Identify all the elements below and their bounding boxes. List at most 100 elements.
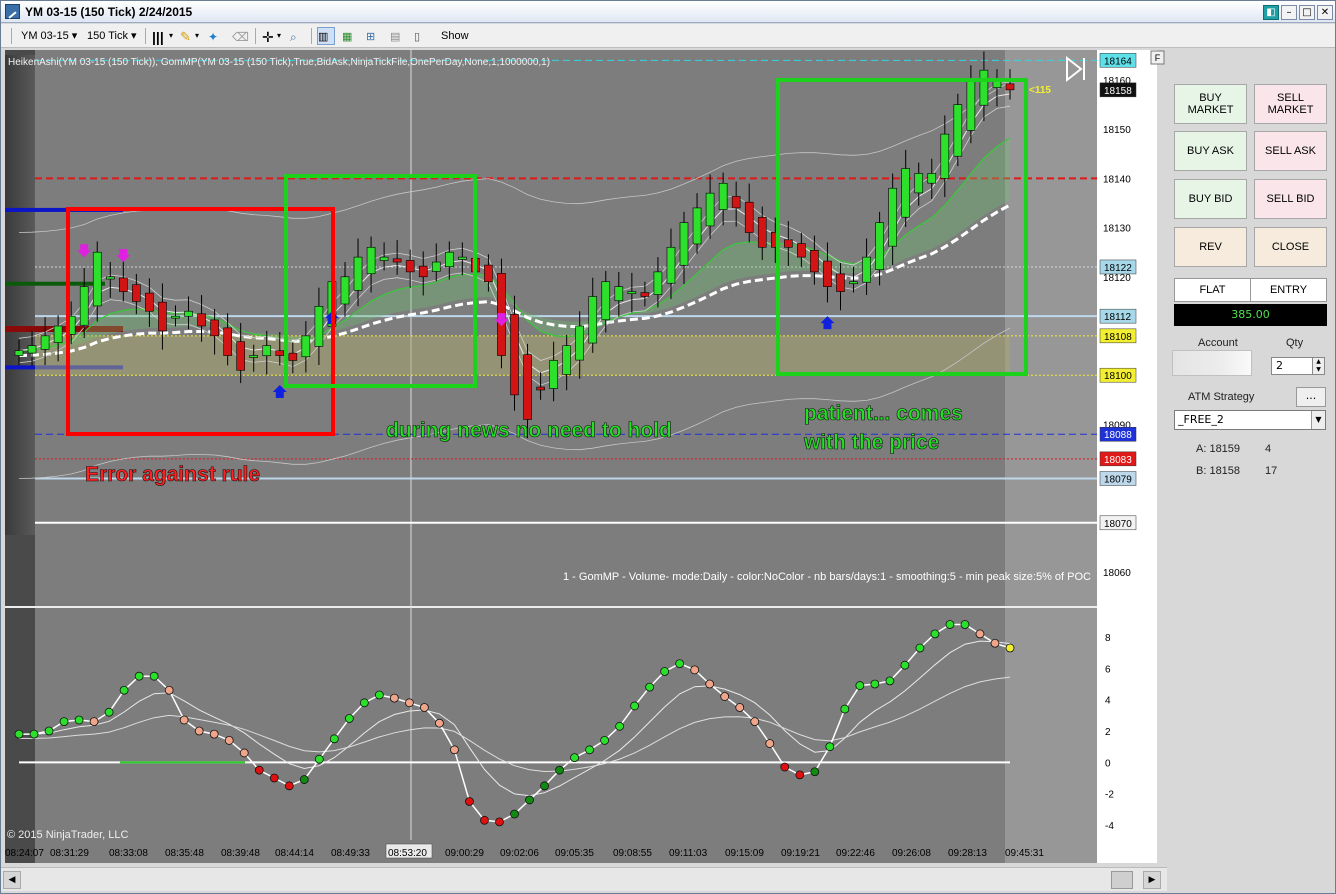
osc-dot: [930, 629, 940, 639]
chart-window: YM 03-15 (150 Tick) 2/24/2015 ◧ – □ ✕ YM…: [0, 0, 1336, 894]
osc-tick-label-6: -4: [1105, 821, 1114, 832]
osc-dot: [299, 775, 309, 784]
data-box-icon[interactable]: ▤: [389, 27, 407, 45]
wand-icon[interactable]: ✦: [207, 27, 225, 45]
osc-dot: [44, 726, 54, 736]
vp-green-marker: [5, 281, 105, 286]
title-bar[interactable]: YM 03-15 (150 Tick) 2/24/2015 ◧ – □ ✕: [1, 1, 1335, 23]
price-marker-label-2: 18122: [1104, 263, 1132, 274]
osc-dot: [675, 659, 685, 669]
candle-body: [588, 296, 598, 344]
restore-icon[interactable]: ◧: [1263, 5, 1279, 20]
close-position-button[interactable]: CLOSE: [1254, 227, 1327, 267]
osc-dot: [374, 690, 384, 700]
time-tick-label-1: 08:31:29: [50, 848, 89, 859]
text-icon[interactable]: ▯: [413, 27, 431, 45]
minimize-icon[interactable]: –: [1281, 5, 1297, 20]
candle-body: [379, 256, 389, 261]
interval-selector[interactable]: 150 Tick ▾: [81, 27, 143, 45]
candle-body: [236, 341, 245, 371]
qty-stepper[interactable]: 2 ▲ ▼: [1271, 357, 1325, 375]
candle-body: [14, 350, 24, 356]
maximize-icon[interactable]: □: [1299, 5, 1315, 20]
candle-body: [197, 313, 206, 327]
reverse-button[interactable]: REV: [1174, 227, 1247, 267]
chevron-down-icon[interactable]: ▼: [1311, 411, 1325, 429]
osc-dot: [615, 721, 625, 731]
price-chart[interactable]: 1806018070180901810018120181301814018150…: [5, 50, 1166, 863]
show-menu[interactable]: Show: [441, 27, 469, 45]
time-tick-label-11: 09:08:55: [613, 848, 652, 859]
time-tick-label-5: 08:44:14: [275, 848, 314, 859]
candle-body: [119, 277, 128, 292]
osc-dot: [825, 742, 835, 752]
scroll-right-icon[interactable]: ▶: [1143, 871, 1161, 889]
panel-separator: [5, 606, 1097, 608]
value-zone: [35, 335, 1010, 376]
price-marker-label-5: 18100: [1104, 371, 1132, 382]
osc-dot: [720, 692, 730, 701]
account-label: Account: [1198, 337, 1238, 349]
bar-type-icon[interactable]: |||: [151, 27, 169, 45]
candle-body: [366, 246, 376, 275]
osc-dot: [29, 729, 39, 739]
osc-dot: [555, 765, 564, 775]
copyright-label: © 2015 NinjaTrader, LLC: [7, 829, 128, 841]
sell-ask-button[interactable]: SELL ASK: [1254, 131, 1327, 171]
candle-body: [744, 201, 754, 233]
buy-market-button[interactable]: BUY MARKET: [1174, 84, 1247, 124]
sell-market-line1: SELL: [1277, 92, 1304, 104]
atm-strategy-select[interactable]: _FREE_2 ▼: [1174, 410, 1326, 430]
candle-body: [1005, 83, 1015, 91]
osc-dot: [404, 698, 414, 708]
osc-dot: [750, 717, 760, 726]
osc-tick-label-2: 4: [1105, 696, 1111, 707]
account-selector[interactable]: [1172, 350, 1252, 376]
line-chart-icon[interactable]: ⊞: [365, 27, 383, 45]
osc-dot: [885, 676, 895, 686]
qty-spin-icon[interactable]: ▲ ▼: [1312, 358, 1324, 374]
volume-profile-fill: [5, 55, 35, 535]
candle-body: [966, 79, 976, 131]
eraser-icon[interactable]: ⌫: [231, 27, 249, 45]
instrument-selector[interactable]: YM 03-15 ▾: [15, 27, 83, 45]
sell-market-button[interactable]: SELL MARKET: [1254, 84, 1327, 124]
osc-dot: [465, 797, 474, 806]
bid-size: 17: [1265, 465, 1278, 477]
candle-body: [797, 243, 806, 258]
buy-market-line2: MARKET: [1187, 104, 1234, 116]
candle-body: [862, 256, 871, 283]
scroll-thumb[interactable]: [1111, 871, 1133, 889]
candle-body: [536, 386, 545, 391]
candle-body: [940, 133, 950, 179]
osc-dot: [735, 703, 745, 712]
entry-value: 385.00: [1174, 304, 1327, 326]
candle-body: [105, 276, 115, 280]
atm-options-button[interactable]: ...: [1296, 387, 1326, 407]
buy-bid-button[interactable]: BUY BID: [1174, 179, 1247, 219]
price-tick-label: 18150: [1103, 125, 1131, 136]
bar-chart-icon[interactable]: ▥: [317, 27, 335, 45]
candle-body: [875, 222, 884, 270]
osc-dot: [74, 715, 84, 725]
price-marker-label-3: 18112: [1104, 312, 1132, 323]
horizontal-scrollbar[interactable]: ◀ ▶: [1, 867, 1167, 891]
close-icon[interactable]: ✕: [1317, 5, 1333, 20]
candle-body: [705, 192, 715, 227]
osc-dot: [450, 745, 459, 755]
buy-ask-button[interactable]: BUY ASK: [1174, 131, 1247, 171]
candles-icon[interactable]: ▦: [341, 27, 359, 45]
candle-body: [418, 265, 428, 278]
candle-body: [392, 258, 402, 263]
osc-dot: [795, 770, 805, 780]
osc-dot: [314, 754, 324, 764]
osc-dot: [269, 773, 279, 783]
osc-dot: [690, 665, 700, 675]
sell-bid-button[interactable]: SELL BID: [1254, 179, 1327, 219]
osc-dot: [239, 748, 249, 758]
zoom-icon[interactable]: ⌕: [289, 27, 307, 45]
candle-body: [784, 239, 793, 248]
scroll-left-icon[interactable]: ◀: [3, 871, 21, 889]
osc-tick-label-4: 0: [1105, 758, 1111, 769]
news-annotation: during news no need to hold: [386, 419, 672, 442]
